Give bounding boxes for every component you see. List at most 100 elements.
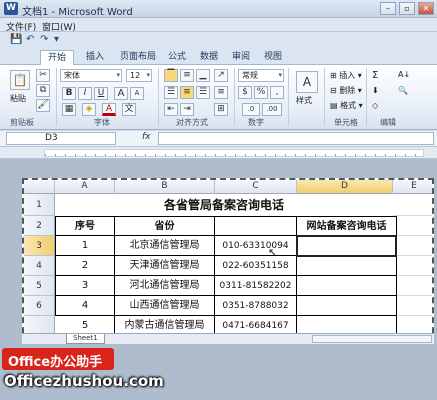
- row-header-4[interactable]: 4: [24, 256, 55, 276]
- table-cell[interactable]: [297, 256, 397, 276]
- row-header-2[interactable]: 2: [24, 216, 55, 236]
- header-cell-index[interactable]: 序号: [56, 217, 115, 236]
- restore-button[interactable]: ▫: [399, 2, 415, 15]
- decrease-decimal-icon[interactable]: .00: [262, 103, 282, 116]
- grid-cell[interactable]: [393, 194, 432, 216]
- fill-icon[interactable]: ⬇: [372, 86, 379, 95]
- horizontal-scrollbar[interactable]: [312, 335, 432, 343]
- column-header-d[interactable]: D: [297, 180, 393, 194]
- find-select-icon[interactable]: 🔍: [398, 86, 408, 95]
- grid-cell[interactable]: [393, 216, 432, 236]
- tab-home[interactable]: 开始: [40, 50, 74, 65]
- decrease-indent-icon[interactable]: ⇤: [164, 103, 178, 116]
- increase-decimal-icon[interactable]: .0: [242, 103, 260, 116]
- table-cell[interactable]: 3: [56, 276, 115, 296]
- number-format-combo[interactable]: 常规 ▾: [238, 69, 284, 82]
- align-left-icon[interactable]: ☰: [164, 86, 178, 99]
- fill-color-icon[interactable]: ◈: [82, 103, 96, 116]
- tab-insert[interactable]: 插入: [80, 50, 110, 65]
- table-cell[interactable]: [297, 276, 397, 296]
- table-cell[interactable]: 0351-8788032: [215, 296, 297, 316]
- font-color-icon[interactable]: A: [102, 103, 116, 116]
- column-header-e[interactable]: E: [393, 180, 432, 194]
- delete-cells-button[interactable]: ⊟ 删除 ▾: [330, 85, 362, 96]
- customize-qat-icon[interactable]: ▾: [54, 34, 59, 45]
- row-header-5[interactable]: 5: [24, 276, 55, 296]
- column-header-b[interactable]: B: [115, 180, 215, 194]
- table-cell[interactable]: 2: [56, 256, 115, 276]
- formula-input[interactable]: [158, 132, 434, 145]
- active-cell-selection[interactable]: [296, 235, 397, 257]
- sheet-tab-sheet1[interactable]: Sheet1: [66, 334, 105, 344]
- tab-data[interactable]: 数据: [194, 50, 224, 65]
- table-cell[interactable]: 0311-81582202: [215, 276, 297, 296]
- styles-button-label[interactable]: 样式: [296, 95, 312, 106]
- column-header-c[interactable]: C: [215, 180, 297, 194]
- table-cell[interactable]: 北京通信管理局: [115, 236, 215, 256]
- format-cells-button[interactable]: ▤ 格式 ▾: [330, 100, 363, 111]
- border-icon[interactable]: ▦: [62, 103, 76, 116]
- header-cell-phone[interactable]: [215, 217, 297, 236]
- table-cell[interactable]: 河北通信管理局: [115, 276, 215, 296]
- orientation-icon[interactable]: ↗: [214, 69, 228, 82]
- table-title[interactable]: 各省管局备案咨询电话: [55, 194, 393, 216]
- minimize-button[interactable]: –: [380, 2, 396, 15]
- save-icon[interactable]: 💾: [10, 34, 22, 45]
- currency-icon[interactable]: $: [238, 86, 252, 99]
- align-center-icon[interactable]: ≡: [180, 86, 194, 99]
- align-top-icon[interactable]: ▔: [164, 69, 178, 82]
- merge-center-icon[interactable]: ⊞: [214, 103, 228, 116]
- grow-font-icon[interactable]: A: [114, 87, 128, 100]
- grid-cell[interactable]: [393, 236, 432, 256]
- table-cell[interactable]: 4: [56, 296, 115, 316]
- clear-icon[interactable]: ◇: [372, 101, 378, 110]
- row-header-1[interactable]: 1: [24, 194, 55, 216]
- align-middle-icon[interactable]: ≡: [180, 69, 194, 82]
- column-header-a[interactable]: A: [55, 180, 115, 194]
- word-app-icon[interactable]: W: [4, 2, 18, 15]
- redo-icon[interactable]: ↷: [40, 34, 48, 45]
- grid-cell[interactable]: [393, 296, 432, 316]
- tab-review[interactable]: 审阅: [226, 50, 256, 65]
- insert-cells-button[interactable]: ⊞ 插入 ▾: [330, 70, 362, 81]
- paste-button-label[interactable]: 粘贴: [10, 93, 26, 104]
- tab-formulas[interactable]: 公式: [162, 50, 192, 65]
- table-cell[interactable]: 022-60351158: [215, 256, 297, 276]
- close-button[interactable]: ✕: [418, 2, 434, 15]
- name-box[interactable]: D3: [6, 132, 116, 145]
- embedded-worksheet[interactable]: A B C D E 1 2 3 4 5 6 各省管局备案咨询电话 序号 省份 网…: [22, 178, 434, 343]
- select-all-corner[interactable]: [24, 180, 55, 194]
- insert-function-icon[interactable]: fx: [142, 132, 151, 142]
- grid-cell[interactable]: [393, 256, 432, 276]
- shrink-font-icon[interactable]: A: [130, 87, 144, 100]
- autosum-icon[interactable]: Σ: [372, 70, 378, 81]
- styles-icon[interactable]: A: [296, 71, 318, 93]
- table-cell[interactable]: 山西通信管理局: [115, 296, 215, 316]
- font-size-combo[interactable]: 12 ▾: [126, 69, 152, 82]
- italic-icon[interactable]: I: [78, 87, 92, 100]
- copy-icon[interactable]: ⧉: [36, 84, 50, 97]
- phonetic-icon[interactable]: 文: [122, 103, 136, 116]
- tab-page-layout[interactable]: 页面布局: [114, 50, 162, 65]
- format-painter-icon[interactable]: 🖌: [36, 99, 50, 112]
- percent-icon[interactable]: %: [254, 86, 268, 99]
- sort-filter-icon[interactable]: A↓: [398, 70, 410, 79]
- comma-style-icon[interactable]: ,: [270, 86, 284, 99]
- underline-icon[interactable]: U: [94, 87, 108, 100]
- table-cell[interactable]: 1: [56, 236, 115, 256]
- header-cell-filing-phone[interactable]: 网站备案咨询电话: [297, 217, 397, 236]
- font-name-combo[interactable]: 宋体 ▾: [60, 69, 122, 82]
- row-header-6[interactable]: 6: [24, 296, 55, 316]
- wrap-text-icon[interactable]: ≡: [214, 86, 228, 99]
- header-cell-province[interactable]: 省份: [115, 217, 215, 236]
- align-bottom-icon[interactable]: ▁: [196, 69, 210, 82]
- bold-icon[interactable]: B: [62, 87, 76, 100]
- table-cell[interactable]: [297, 296, 397, 316]
- tab-view[interactable]: 视图: [258, 50, 288, 65]
- row-header-3[interactable]: 3: [24, 236, 55, 256]
- paste-icon[interactable]: 📋: [10, 70, 30, 90]
- cut-icon[interactable]: ✂: [36, 69, 50, 82]
- align-right-icon[interactable]: ☰: [196, 86, 210, 99]
- undo-icon[interactable]: ↶: [26, 34, 34, 45]
- table-cell[interactable]: 天津通信管理局: [115, 256, 215, 276]
